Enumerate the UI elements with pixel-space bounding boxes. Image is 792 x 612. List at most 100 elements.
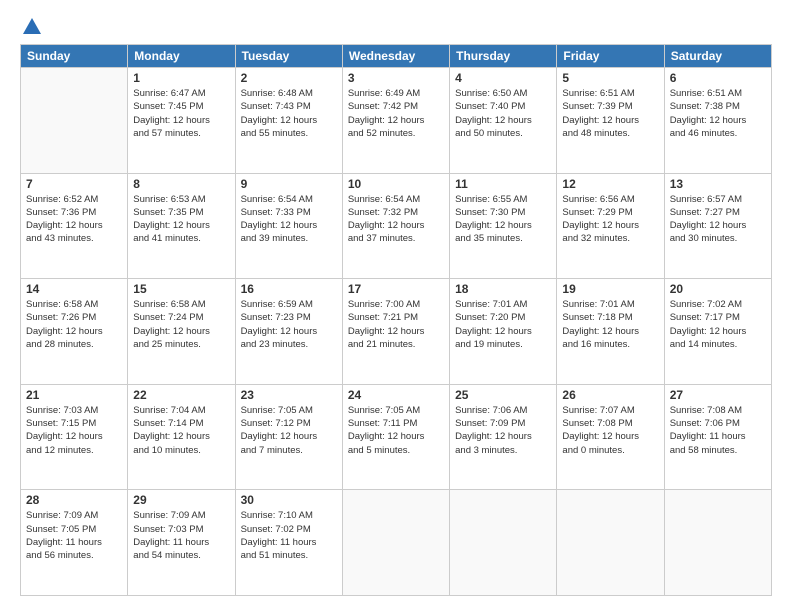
table-row: 6 Sunrise: 6:51 AM Sunset: 7:38 PM Daylig… — [664, 68, 771, 174]
day-number: 18 — [455, 282, 551, 296]
table-row: 26 Sunrise: 7:07 AM Sunset: 7:08 PM Dayli… — [557, 384, 664, 490]
table-row: 28 Sunrise: 7:09 AM Sunset: 7:05 PM Dayli… — [21, 490, 128, 596]
day-number: 14 — [26, 282, 122, 296]
table-row: 12 Sunrise: 6:56 AM Sunset: 7:29 PM Dayli… — [557, 173, 664, 279]
header — [20, 16, 772, 34]
table-row: 14 Sunrise: 6:58 AM Sunset: 7:26 PM Dayli… — [21, 279, 128, 385]
day-info: Sunrise: 6:56 AM Sunset: 7:29 PM Dayligh… — [562, 193, 658, 246]
table-row — [557, 490, 664, 596]
table-row: 20 Sunrise: 7:02 AM Sunset: 7:17 PM Dayli… — [664, 279, 771, 385]
day-info: Sunrise: 6:59 AM Sunset: 7:23 PM Dayligh… — [241, 298, 337, 351]
table-row: 27 Sunrise: 7:08 AM Sunset: 7:06 PM Dayli… — [664, 384, 771, 490]
day-number: 12 — [562, 177, 658, 191]
table-row: 16Sunrise: 6:59 AM Sunset: 7:23 PM Dayli… — [235, 279, 342, 385]
day-info: Sunrise: 7:06 AM Sunset: 7:09 PM Dayligh… — [455, 404, 551, 457]
day-number: 11 — [455, 177, 551, 191]
day-info: Sunrise: 6:51 AM Sunset: 7:39 PM Dayligh… — [562, 87, 658, 140]
logo-icon — [21, 16, 43, 38]
table-row: 4Sunrise: 6:50 AM Sunset: 7:40 PM Daylig… — [450, 68, 557, 174]
day-number: 3 — [348, 71, 444, 85]
day-number: 24 — [348, 388, 444, 402]
day-info: Sunrise: 7:09 AM Sunset: 7:03 PM Dayligh… — [133, 509, 229, 562]
day-info: Sunrise: 7:02 AM Sunset: 7:17 PM Dayligh… — [670, 298, 766, 351]
table-row: 8 Sunrise: 6:53 AM Sunset: 7:35 PM Daylig… — [128, 173, 235, 279]
table-row: 30 Sunrise: 7:10 AM Sunset: 7:02 PM Dayli… — [235, 490, 342, 596]
table-row: 7 Sunrise: 6:52 AM Sunset: 7:36 PM Daylig… — [21, 173, 128, 279]
calendar: SundayMondayTuesdayWednesdayThursdayFrid… — [20, 44, 772, 596]
day-number: 9 — [241, 177, 337, 191]
day-info: Sunrise: 6:49 AM Sunset: 7:42 PM Dayligh… — [348, 87, 444, 140]
day-number: 19 — [562, 282, 658, 296]
table-row: 9 Sunrise: 6:54 AM Sunset: 7:33 PM Daylig… — [235, 173, 342, 279]
day-info: Sunrise: 7:07 AM Sunset: 7:08 PM Dayligh… — [562, 404, 658, 457]
table-row — [21, 68, 128, 174]
day-number: 17 — [348, 282, 444, 296]
day-number: 5 — [562, 71, 658, 85]
day-number: 29 — [133, 493, 229, 507]
day-number: 13 — [670, 177, 766, 191]
day-number: 28 — [26, 493, 122, 507]
day-info: Sunrise: 6:57 AM Sunset: 7:27 PM Dayligh… — [670, 193, 766, 246]
table-row: 3 Sunrise: 6:49 AM Sunset: 7:42 PM Daylig… — [342, 68, 449, 174]
table-row: 22 Sunrise: 7:04 AM Sunset: 7:14 PM Dayli… — [128, 384, 235, 490]
table-row: 19 Sunrise: 7:01 AM Sunset: 7:18 PM Dayli… — [557, 279, 664, 385]
calendar-day-header: Saturday — [664, 45, 771, 68]
day-number: 10 — [348, 177, 444, 191]
logo — [20, 16, 44, 34]
day-number: 4 — [455, 71, 551, 85]
day-info: Sunrise: 7:04 AM Sunset: 7:14 PM Dayligh… — [133, 404, 229, 457]
page: SundayMondayTuesdayWednesdayThursdayFrid… — [0, 0, 792, 612]
day-info: Sunrise: 7:05 AM Sunset: 7:11 PM Dayligh… — [348, 404, 444, 457]
day-number: 27 — [670, 388, 766, 402]
day-info: Sunrise: 7:09 AM Sunset: 7:05 PM Dayligh… — [26, 509, 122, 562]
day-number: 26 — [562, 388, 658, 402]
calendar-day-header: Tuesday — [235, 45, 342, 68]
day-number: 2 — [241, 71, 337, 85]
table-row: 5 Sunrise: 6:51 AM Sunset: 7:39 PM Daylig… — [557, 68, 664, 174]
table-row: 23Sunrise: 7:05 AM Sunset: 7:12 PM Dayli… — [235, 384, 342, 490]
day-number: 30 — [241, 493, 337, 507]
table-row: 10 Sunrise: 6:54 AM Sunset: 7:32 PM Dayli… — [342, 173, 449, 279]
table-row — [450, 490, 557, 596]
table-row: 13 Sunrise: 6:57 AM Sunset: 7:27 PM Dayli… — [664, 173, 771, 279]
table-row — [664, 490, 771, 596]
calendar-week-row: 14 Sunrise: 6:58 AM Sunset: 7:26 PM Dayli… — [21, 279, 772, 385]
day-info: Sunrise: 7:01 AM Sunset: 7:18 PM Dayligh… — [562, 298, 658, 351]
day-info: Sunrise: 6:54 AM Sunset: 7:33 PM Dayligh… — [241, 193, 337, 246]
day-info: Sunrise: 6:53 AM Sunset: 7:35 PM Dayligh… — [133, 193, 229, 246]
calendar-day-header: Monday — [128, 45, 235, 68]
calendar-day-header: Thursday — [450, 45, 557, 68]
day-info: Sunrise: 6:55 AM Sunset: 7:30 PM Dayligh… — [455, 193, 551, 246]
day-number: 15 — [133, 282, 229, 296]
table-row: 29 Sunrise: 7:09 AM Sunset: 7:03 PM Dayli… — [128, 490, 235, 596]
day-info: Sunrise: 6:52 AM Sunset: 7:36 PM Dayligh… — [26, 193, 122, 246]
day-number: 7 — [26, 177, 122, 191]
calendar-week-row: 21 Sunrise: 7:03 AM Sunset: 7:15 PM Dayli… — [21, 384, 772, 490]
day-number: 8 — [133, 177, 229, 191]
table-row: 17 Sunrise: 7:00 AM Sunset: 7:21 PM Dayli… — [342, 279, 449, 385]
day-info: Sunrise: 7:08 AM Sunset: 7:06 PM Dayligh… — [670, 404, 766, 457]
day-info: Sunrise: 6:54 AM Sunset: 7:32 PM Dayligh… — [348, 193, 444, 246]
table-row: 25 Sunrise: 7:06 AM Sunset: 7:09 PM Dayli… — [450, 384, 557, 490]
calendar-day-header: Sunday — [21, 45, 128, 68]
calendar-header-row: SundayMondayTuesdayWednesdayThursdayFrid… — [21, 45, 772, 68]
day-info: Sunrise: 6:58 AM Sunset: 7:26 PM Dayligh… — [26, 298, 122, 351]
day-info: Sunrise: 7:00 AM Sunset: 7:21 PM Dayligh… — [348, 298, 444, 351]
table-row: 11 Sunrise: 6:55 AM Sunset: 7:30 PM Dayli… — [450, 173, 557, 279]
calendar-week-row: 7 Sunrise: 6:52 AM Sunset: 7:36 PM Daylig… — [21, 173, 772, 279]
day-info: Sunrise: 7:10 AM Sunset: 7:02 PM Dayligh… — [241, 509, 337, 562]
day-info: Sunrise: 6:51 AM Sunset: 7:38 PM Dayligh… — [670, 87, 766, 140]
day-info: Sunrise: 7:01 AM Sunset: 7:20 PM Dayligh… — [455, 298, 551, 351]
day-number: 20 — [670, 282, 766, 296]
calendar-day-header: Wednesday — [342, 45, 449, 68]
calendar-week-row: 28 Sunrise: 7:09 AM Sunset: 7:05 PM Dayli… — [21, 490, 772, 596]
day-info: Sunrise: 6:58 AM Sunset: 7:24 PM Dayligh… — [133, 298, 229, 351]
day-info: Sunrise: 7:03 AM Sunset: 7:15 PM Dayligh… — [26, 404, 122, 457]
table-row: 24 Sunrise: 7:05 AM Sunset: 7:11 PM Dayli… — [342, 384, 449, 490]
day-number: 6 — [670, 71, 766, 85]
calendar-day-header: Friday — [557, 45, 664, 68]
day-number: 22 — [133, 388, 229, 402]
day-number: 1 — [133, 71, 229, 85]
day-number: 21 — [26, 388, 122, 402]
day-number: 25 — [455, 388, 551, 402]
